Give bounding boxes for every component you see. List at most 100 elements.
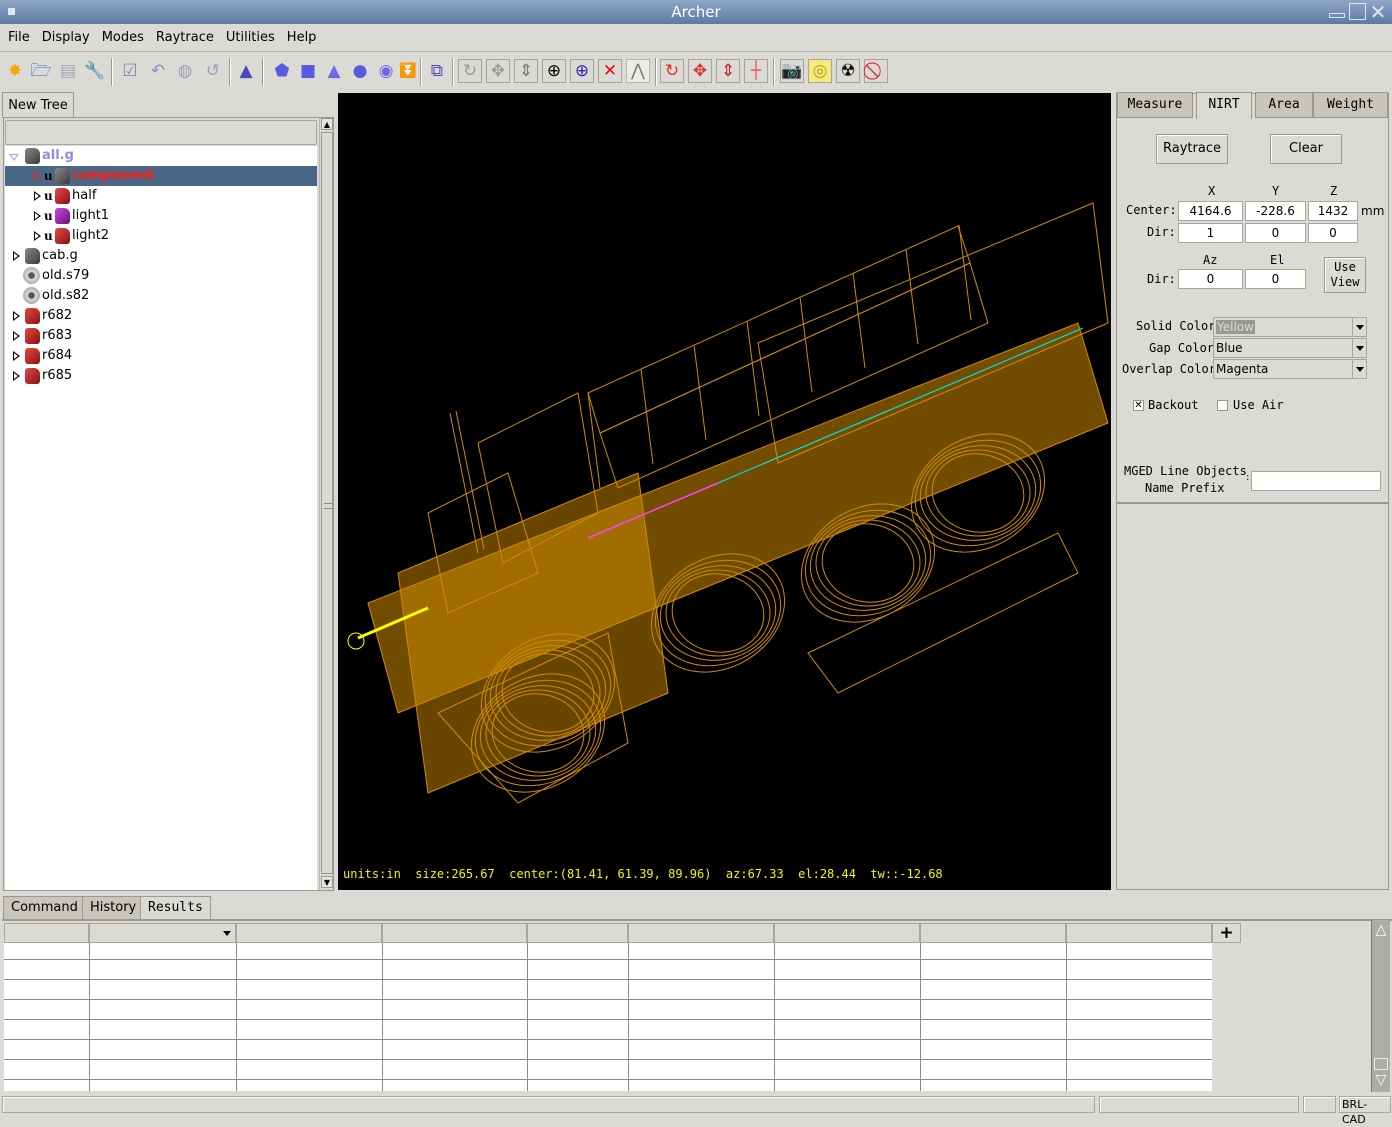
chevron-down-icon[interactable] [1352,339,1366,357]
tab-nirt[interactable]: NIRT [1196,92,1252,119]
tree-item-r685[interactable]: r685 [5,366,317,386]
dir-x-field[interactable]: 1 [1178,223,1243,243]
maximize-button[interactable] [1349,3,1366,20]
translate-mode-icon[interactable]: ✥ [486,59,510,83]
tree-search-input[interactable] [5,120,317,145]
column-header[interactable] [920,923,1066,943]
open-folder-icon[interactable]: 🗁 [29,59,53,83]
add-column-button[interactable]: + [1212,923,1241,943]
az-field[interactable]: 0 [1178,269,1243,289]
sphere-icon[interactable]: ● [348,59,372,83]
column-header[interactable] [4,923,89,943]
dir-y-field[interactable]: 0 [1245,223,1306,243]
menu-file[interactable]: File [4,24,34,52]
expand-icon[interactable] [13,351,20,361]
checkpoint-icon[interactable]: ☑ [118,59,142,83]
el-field[interactable]: 0 [1245,269,1306,289]
expand-icon[interactable] [34,231,41,241]
expand-icon[interactable] [13,371,20,381]
backout-checkbox[interactable]: ✕ [1133,400,1144,411]
tab-measure[interactable]: Measure [1117,92,1193,118]
tree-item-light2[interactable]: u light2 [5,226,317,246]
tree-item-component[interactable]: u component [5,166,317,186]
tab-command[interactable]: Command [3,896,86,920]
compass-measure-icon[interactable]: ⋀ [626,59,650,83]
tree-item-old-s79[interactable]: old.s79 [5,266,317,286]
center-x-field[interactable]: 4164.6 [1178,201,1243,221]
camera-icon[interactable]: 📷 [780,59,804,83]
no-view-icon[interactable]: ✕ [598,59,622,83]
center-view-icon[interactable]: ⊕ [570,59,594,83]
menu-help[interactable]: Help [283,24,321,52]
expand-icon[interactable] [34,171,41,181]
tree-item-light1[interactable]: u light1 [5,206,317,226]
tree-item-r684[interactable]: r684 [5,346,317,366]
column-header[interactable] [774,923,920,943]
center-y-field[interactable]: -228.6 [1245,201,1306,221]
expand-icon[interactable] [13,331,20,341]
save-icon[interactable]: ▤ [56,59,80,83]
column-header[interactable] [89,923,236,943]
expand-icon[interactable] [13,251,20,261]
raise-window-icon[interactable]: ⧉ [425,59,449,83]
tab-results[interactable]: Results [140,896,211,920]
raytrace-button[interactable]: Raytrace [1156,134,1228,164]
tree-item-old-s82[interactable]: old.s82 [5,286,317,306]
tab-new-tree[interactable]: New Tree [2,92,74,118]
framebuffer-icon[interactable]: ◎ [808,59,832,83]
tree-scrollbar[interactable]: ▲ ▼ [319,118,333,890]
clear-button[interactable]: Clear [1270,134,1342,164]
solid-color-select[interactable]: Yellow [1213,317,1367,337]
torus-icon[interactable]: ◉ [374,59,398,83]
object-translate-icon[interactable]: ✥ [688,59,712,83]
overlap-color-select[interactable]: Magenta [1213,359,1367,379]
undo-icon[interactable]: ↺ [201,59,225,83]
center-mode-icon[interactable]: ⊕ [542,59,566,83]
wrench-icon[interactable]: 🔧 [83,59,107,83]
tab-area[interactable]: Area [1255,92,1313,118]
expand-icon[interactable] [13,311,20,321]
window-menu-icon[interactable] [8,8,15,15]
arb6-icon[interactable]: ⬟ [270,59,294,83]
scrollbar-thumb[interactable] [1374,1058,1388,1070]
close-button[interactable]: ✕ [1369,2,1387,22]
menu-raytrace[interactable]: Raytrace [152,24,218,52]
object-center-icon[interactable]: ┼ [744,59,768,83]
scrollbar-thumb[interactable] [321,132,333,874]
tab-history[interactable]: History [82,896,145,920]
minimize-button[interactable] [1327,3,1345,21]
scroll-up-icon[interactable]: ▲ [321,118,333,130]
column-header[interactable] [527,923,628,943]
column-header[interactable] [236,923,382,943]
object-scale-icon[interactable]: ⇕ [716,59,740,83]
scale-mode-icon[interactable]: ⇕ [514,59,538,83]
chevron-down-icon[interactable] [1352,360,1366,378]
revert-icon[interactable]: ↶ [146,59,170,83]
more-primitives-icon[interactable]: ⏬ [396,59,420,83]
tree-item-cab-g[interactable]: cab.g [5,246,317,266]
tree-item-half[interactable]: u half [5,186,317,206]
tree-item-r683[interactable]: r683 [5,326,317,346]
new-file-icon[interactable]: ✸ [3,59,27,83]
tab-weight[interactable]: Weight [1313,92,1388,118]
menu-display[interactable]: Display [38,24,94,52]
use-view-button[interactable]: Use View [1324,257,1366,293]
cone-icon[interactable]: ▲ [322,59,346,83]
scroll-up-icon[interactable]: △ [1373,922,1389,938]
menu-utilities[interactable]: Utilities [222,24,279,52]
column-header[interactable] [382,923,527,943]
arb8-icon[interactable]: ■ [296,59,320,83]
tree-item-all-g[interactable]: all.g [5,146,317,166]
stop-icon[interactable]: ⃠ [864,59,888,83]
scroll-down-icon[interactable]: ▽ [1373,1072,1389,1088]
name-prefix-input[interactable] [1251,471,1381,491]
sort-arrow-icon[interactable] [223,931,231,936]
use-air-checkbox[interactable] [1217,400,1228,411]
dir-z-field[interactable]: 0 [1308,223,1358,243]
tree-item-r682[interactable]: r682 [5,306,317,326]
radiation-icon[interactable]: ☢ [836,59,860,83]
object-rotate-icon[interactable]: ↻ [660,59,684,83]
menu-modes[interactable]: Modes [98,24,148,52]
expand-icon[interactable] [34,191,41,201]
results-table[interactable] [4,923,1212,1091]
